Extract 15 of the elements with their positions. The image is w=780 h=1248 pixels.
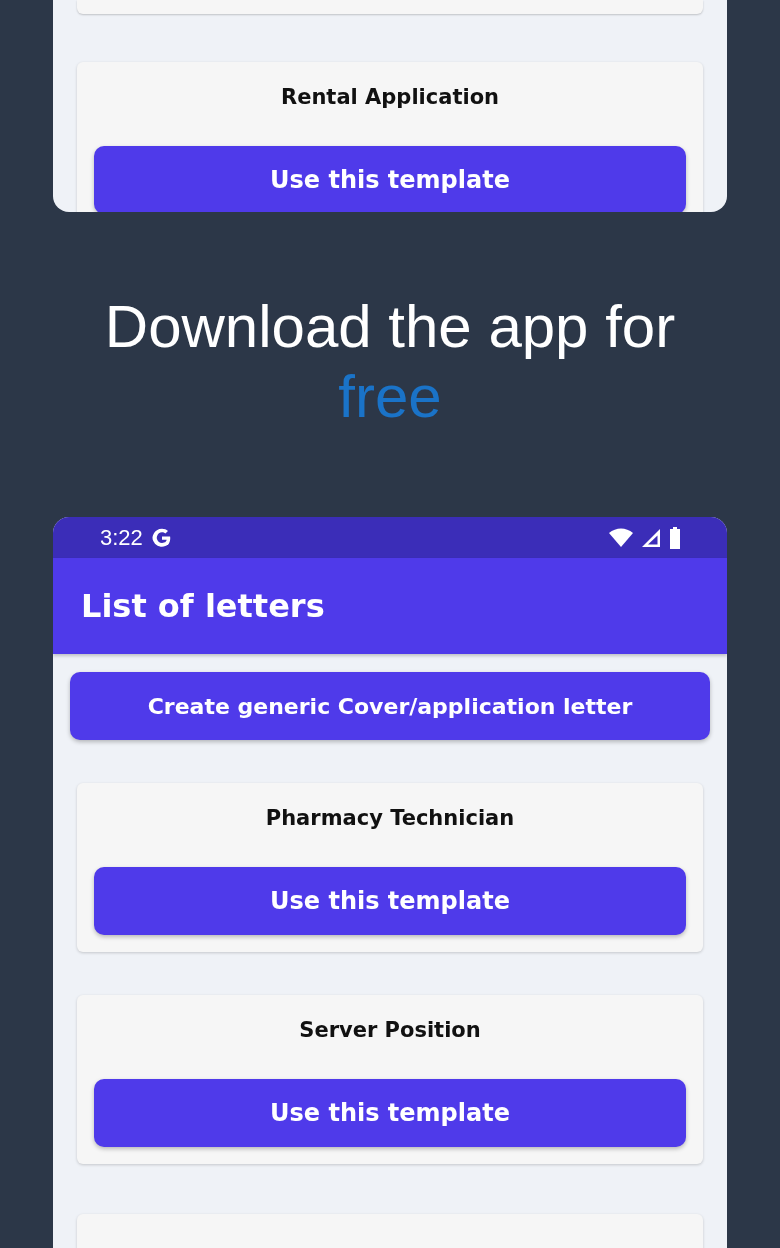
create-letter-button[interactable]: Create generic Cover/application letter [70, 672, 710, 740]
battery-icon [669, 526, 681, 549]
template-title: Server Position [299, 1017, 481, 1044]
headline-highlight: free [338, 362, 442, 432]
use-template-button[interactable]: Use this template [94, 1079, 686, 1147]
app-title: List of letters [81, 587, 325, 625]
use-template-button[interactable]: Use this template [94, 146, 686, 212]
status-time: 3:22 [100, 524, 143, 551]
google-icon [150, 526, 173, 549]
use-template-button[interactable]: Use this template [94, 867, 686, 935]
template-title: Rental Application [281, 84, 499, 111]
signal-icon [641, 527, 661, 548]
wifi-icon [609, 527, 633, 548]
headline: Download the app for [104, 292, 676, 362]
template-title: Pharmacy Technician [265, 805, 515, 832]
